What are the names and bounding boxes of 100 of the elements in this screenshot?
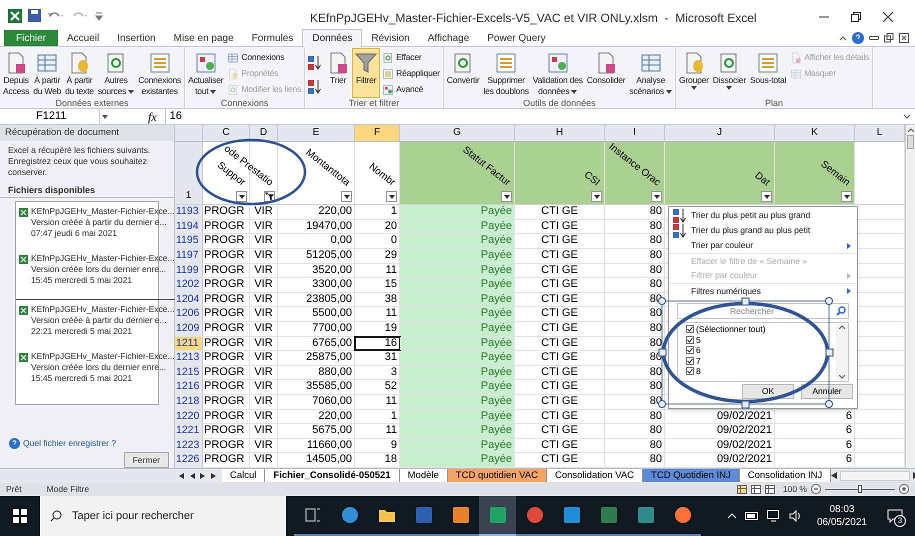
- column-header[interactable]: F: [355, 125, 400, 142]
- help-icon[interactable]: [852, 32, 864, 44]
- close-icon[interactable]: [883, 12, 893, 22]
- view-icon[interactable]: [750, 484, 761, 494]
- function-label[interactable]: fx: [148, 108, 157, 126]
- name-box[interactable]: F1211: [0, 109, 100, 124]
- row-header[interactable]: 1221: [175, 424, 203, 438]
- save-icon[interactable]: [28, 9, 41, 22]
- formula-field[interactable]: 16: [164, 109, 903, 124]
- dialog-button[interactable]: OK: [742, 384, 794, 399]
- checkbox[interactable]: [686, 367, 694, 376]
- row-header[interactable]: 1218: [175, 395, 203, 409]
- menu-item[interactable]: Trier par couleur: [669, 238, 857, 253]
- horizontal-scrollbar[interactable]: [840, 470, 910, 481]
- ribbon-tab[interactable]: Données: [302, 29, 362, 48]
- ribbon-button[interactable]: Avancé: [380, 82, 442, 98]
- ribbon-button[interactable]: Grouper: [677, 48, 711, 98]
- recovered-file-item[interactable]: KEfnPpJGEHv_Master-Fichier-Exce... Version créée lors du dernier enre... 15:45 mercredi 5 mai 2021: [16, 252, 178, 300]
- row-header[interactable]: 1211: [175, 336, 203, 350]
- ribbon-button[interactable]: Connexions existantes: [136, 48, 184, 98]
- recovered-file-item[interactable]: KEfnPpJGEHv_Master-Fichier-Exce... Version créée lors du dernier enre... 15:45 mercredi 5 mai 2021: [16, 350, 178, 398]
- dropdown-icon[interactable]: [102, 114, 108, 119]
- row-header[interactable]: 1220: [175, 410, 203, 424]
- scroll-up-icon[interactable]: [839, 325, 845, 329]
- sheet-tab[interactable]: Modèle: [400, 468, 448, 483]
- close-button[interactable]: Fermer: [124, 452, 169, 468]
- customize-icon[interactable]: [95, 10, 103, 21]
- ribbon-button[interactable]: Filtrer: [352, 48, 380, 98]
- chevron-up-icon[interactable]: [726, 513, 737, 519]
- close-icon[interactable]: [899, 33, 909, 44]
- checkbox[interactable]: [686, 346, 694, 354]
- taskbar-search-field[interactable]: Taper ici pour rechercher: [40, 496, 286, 536]
- ribbon-tab[interactable]: Affichage: [418, 30, 478, 46]
- ribbon-button[interactable]: À partir du texte: [63, 48, 96, 98]
- ribbon-button[interactable]: Analyse scénarios: [627, 48, 674, 98]
- ribbon-button[interactable]: Autres sources: [96, 48, 136, 98]
- row-header[interactable]: 1209: [175, 322, 203, 336]
- row-header[interactable]: 1204: [175, 292, 203, 306]
- restore-icon[interactable]: [851, 12, 861, 22]
- row-header[interactable]: 1199: [175, 264, 203, 278]
- zoom-out-icon[interactable]: [811, 484, 821, 494]
- row-header[interactable]: 1202: [175, 278, 203, 292]
- ribbon-button[interactable]: Connexions: [225, 50, 304, 66]
- clock-date[interactable]: 06/05/2021: [816, 516, 867, 529]
- column-header[interactable]: G: [400, 125, 515, 142]
- row-header[interactable]: 1213: [175, 351, 203, 365]
- column-header[interactable]: I: [605, 125, 665, 142]
- filter-button[interactable]: [386, 191, 397, 202]
- column-header[interactable]: C: [203, 125, 250, 142]
- row-header[interactable]: 1223: [175, 438, 203, 452]
- ribbon-tab[interactable]: Power Query: [478, 30, 555, 46]
- ribbon-button[interactable]: Consolider: [584, 48, 628, 98]
- filter-button[interactable]: [236, 191, 247, 202]
- row-header[interactable]: 1216: [175, 380, 203, 394]
- row-header[interactable]: 1197: [175, 249, 203, 263]
- column-header[interactable]: H: [515, 125, 605, 142]
- collapse-ribbon-icon[interactable]: [839, 35, 847, 42]
- ribbon-tab[interactable]: Fichier: [4, 30, 58, 46]
- filter-button[interactable]: [591, 191, 602, 202]
- row-header[interactable]: 1194: [175, 220, 203, 234]
- vertical-scrollbar[interactable]: [905, 125, 915, 468]
- ribbon-button[interactable]: Trier: [324, 48, 352, 98]
- view-icon[interactable]: [736, 484, 747, 494]
- ribbon-tab[interactable]: Formules: [242, 30, 302, 46]
- checkbox[interactable]: [686, 336, 694, 344]
- speaker-icon[interactable]: [788, 510, 801, 522]
- ribbon-button[interactable]: Depuis Access: [1, 48, 32, 98]
- row-header[interactable]: 1195: [175, 234, 203, 248]
- scroll-up-icon[interactable]: [908, 128, 914, 132]
- scrollbar[interactable]: [836, 323, 848, 381]
- row-header[interactable]: 1215: [175, 366, 203, 380]
- filter-button[interactable]: [761, 191, 772, 202]
- ribbon-button[interactable]: Convertir: [444, 48, 482, 98]
- menu-item[interactable]: Trier du plus grand au plus petit: [669, 223, 857, 238]
- column-header[interactable]: J: [665, 125, 775, 142]
- filter-button[interactable]: [501, 191, 512, 202]
- sheet-tab[interactable]: TCD Quotidien INJ: [643, 468, 740, 483]
- checkbox[interactable]: [686, 325, 694, 334]
- help-link[interactable]: Quel fichier enregistrer ?: [23, 438, 116, 450]
- row-header[interactable]: 1193: [175, 205, 203, 219]
- ribbon-button[interactable]: À partir du Web: [31, 48, 64, 98]
- ribbon-tab[interactable]: Révision: [362, 30, 419, 46]
- ribbon-button[interactable]: Validation des données: [530, 48, 585, 98]
- scroll-down-icon[interactable]: [839, 375, 845, 379]
- network-icon[interactable]: [766, 510, 781, 522]
- sheet-tab[interactable]: Consolidation VAC: [547, 468, 644, 483]
- ribbon-button[interactable]: Actualiser tout: [186, 48, 226, 98]
- menu-item[interactable]: Trier du plus petit au plus grand: [669, 208, 857, 223]
- minimize-icon[interactable]: [869, 35, 879, 42]
- recovered-file-item[interactable]: KEfnPpJGEHv_Master-Fichier-Exce... Version créée à partir du dernier e... 07:47 jeudi 6 mai 2021: [16, 205, 178, 252]
- sheet-tab[interactable]: Consolidation INJ: [740, 468, 832, 483]
- row-header[interactable]: 1: [175, 142, 203, 204]
- filter-button[interactable]: [841, 191, 852, 202]
- zoom-slider-thumb[interactable]: [858, 485, 862, 494]
- clock-time[interactable]: 08:03: [829, 503, 854, 516]
- ribbon-button[interactable]: Réappliquer: [380, 66, 442, 82]
- start-icon[interactable]: [13, 509, 27, 523]
- column-header[interactable]: K: [775, 125, 855, 142]
- ribbon-button[interactable]: Effacer: [380, 50, 442, 66]
- ribbon-button[interactable]: Sous-total: [748, 48, 788, 98]
